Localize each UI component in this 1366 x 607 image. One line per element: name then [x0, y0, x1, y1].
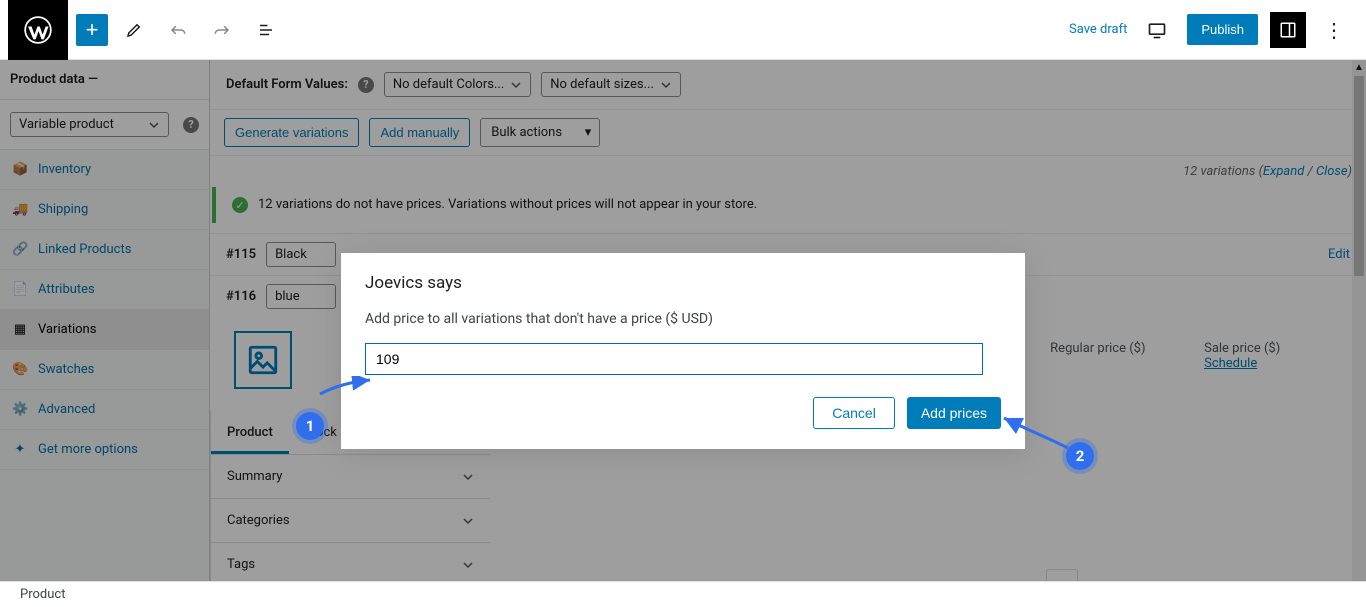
add-prices-button[interactable]: Add prices [907, 397, 1001, 429]
edit-tool-button[interactable] [116, 12, 152, 48]
price-input[interactable] [365, 343, 983, 375]
annotation-pin-1: 1 [296, 412, 324, 440]
document-overview-button[interactable] [248, 12, 284, 48]
breadcrumb[interactable]: Product [0, 581, 1366, 607]
cancel-button[interactable]: Cancel [813, 397, 895, 429]
annotation-arrow-1 [316, 376, 376, 400]
dialog-title: Joevics says [365, 273, 1001, 293]
annotation-pin-2: 2 [1066, 442, 1094, 470]
dialog-message: Add price to all variations that don't h… [365, 311, 1001, 327]
price-prompt-dialog: Joevics says Add price to all variations… [341, 253, 1025, 449]
undo-button[interactable] [160, 12, 196, 48]
redo-button[interactable] [204, 12, 240, 48]
breadcrumb-text: Product [20, 587, 65, 602]
save-draft-link[interactable]: Save draft [1069, 22, 1127, 37]
publish-button[interactable]: Publish [1187, 14, 1258, 45]
settings-sidebar-toggle[interactable] [1270, 12, 1306, 48]
annotation-arrow-2 [998, 412, 1072, 452]
more-options-button[interactable]: ⋮ [1318, 18, 1350, 42]
add-block-button[interactable]: + [76, 14, 108, 46]
wordpress-logo[interactable] [8, 0, 68, 60]
preview-button[interactable] [1139, 12, 1175, 48]
